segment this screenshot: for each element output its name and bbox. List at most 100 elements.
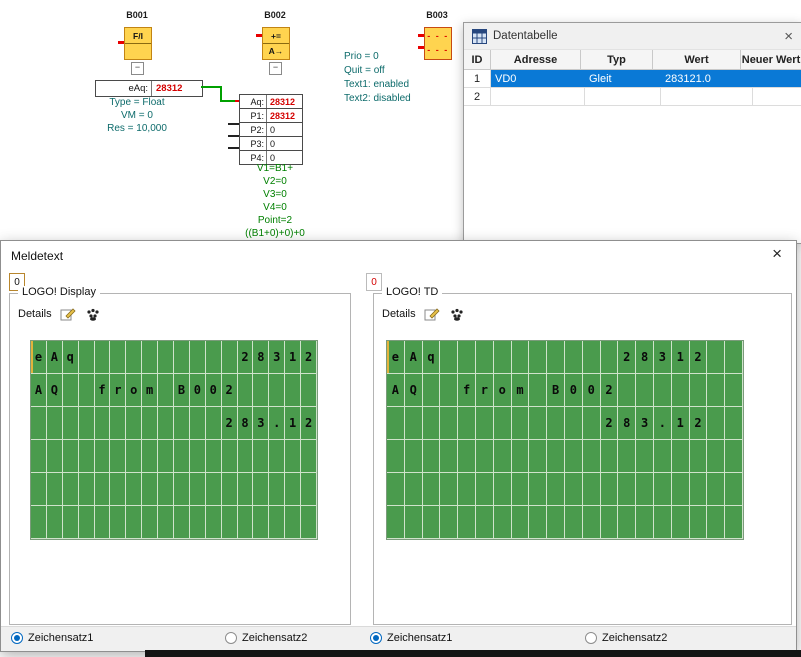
lcd-cell[interactable]: [31, 440, 47, 473]
lcd-cell[interactable]: [565, 341, 583, 374]
lcd-cell[interactable]: Q: [405, 374, 423, 407]
lcd-cell[interactable]: [440, 341, 458, 374]
special-characters-button[interactable]: [448, 306, 466, 322]
lcd-cell[interactable]: [672, 440, 690, 473]
lcd-cell[interactable]: [423, 374, 441, 407]
lcd-cell[interactable]: [63, 407, 79, 440]
lcd-cell[interactable]: 1: [285, 341, 301, 374]
lcd-cell[interactable]: [423, 506, 441, 539]
lcd-cell[interactable]: 2: [238, 341, 254, 374]
lcd-cell[interactable]: [405, 440, 423, 473]
lcd-cell[interactable]: 2: [222, 407, 238, 440]
lcd-cell[interactable]: f: [458, 374, 476, 407]
lcd-cell[interactable]: [529, 407, 547, 440]
lcd-cell[interactable]: [110, 341, 126, 374]
lcd-cell[interactable]: [636, 440, 654, 473]
lcd-cell[interactable]: [458, 407, 476, 440]
lcd-cell[interactable]: [707, 341, 725, 374]
lcd-cell[interactable]: [405, 506, 423, 539]
lcd-cell[interactable]: m: [512, 374, 530, 407]
lcd-cell[interactable]: 2: [301, 407, 317, 440]
lcd-cell[interactable]: [636, 473, 654, 506]
lcd-cell[interactable]: [636, 374, 654, 407]
lcd-cell[interactable]: [285, 506, 301, 539]
lcd-cell[interactable]: [222, 341, 238, 374]
lcd-cell[interactable]: [301, 473, 317, 506]
lcd-cell[interactable]: [672, 374, 690, 407]
datentabelle-titlebar[interactable]: Datentabelle ×: [464, 23, 801, 50]
lcd-cell[interactable]: [190, 407, 206, 440]
lcd-cell[interactable]: [174, 341, 190, 374]
lcd-cell[interactable]: 1: [672, 341, 690, 374]
radio-selected-icon[interactable]: [11, 632, 23, 644]
lcd-cell[interactable]: [707, 374, 725, 407]
lcd-cell[interactable]: [672, 473, 690, 506]
lcd-cell[interactable]: [512, 506, 530, 539]
lcd-cell[interactable]: [512, 440, 530, 473]
table-row[interactable]: 2: [464, 88, 801, 106]
lcd-cell[interactable]: [440, 440, 458, 473]
lcd-cell[interactable]: [440, 473, 458, 506]
lcd-cell[interactable]: [253, 440, 269, 473]
radio-unselected-icon[interactable]: [225, 632, 237, 644]
lcd-cell[interactable]: [476, 506, 494, 539]
lcd-cell[interactable]: e: [387, 341, 405, 374]
lcd-cell[interactable]: [253, 374, 269, 407]
lcd-cell[interactable]: [206, 440, 222, 473]
lcd-cell[interactable]: [494, 407, 512, 440]
lcd-cell[interactable]: [47, 506, 63, 539]
lcd-cell[interactable]: [583, 440, 601, 473]
lcd-cell[interactable]: [601, 473, 619, 506]
neuer-wert-cell[interactable]: [753, 88, 801, 105]
lcd-cell[interactable]: 8: [636, 341, 654, 374]
lcd-cell[interactable]: 2: [690, 341, 708, 374]
lcd-cell[interactable]: 2: [301, 341, 317, 374]
lcd-cell[interactable]: [529, 473, 547, 506]
lcd-cell[interactable]: o: [126, 374, 142, 407]
lcd-cell[interactable]: [126, 440, 142, 473]
lcd-cell[interactable]: [31, 407, 47, 440]
lcd-cell[interactable]: [142, 341, 158, 374]
lcd-cell[interactable]: [142, 407, 158, 440]
lcd-cell[interactable]: [63, 374, 79, 407]
lcd-cell[interactable]: e: [31, 341, 47, 374]
lcd-cell[interactable]: [476, 407, 494, 440]
lcd-cell[interactable]: [440, 374, 458, 407]
typ-cell[interactable]: [585, 88, 661, 105]
lcd-cell[interactable]: 3: [253, 407, 269, 440]
lcd-cell[interactable]: [583, 407, 601, 440]
collapse-button-b001[interactable]: −: [131, 62, 144, 75]
block-b002[interactable]: += A→: [262, 27, 290, 60]
lcd-cell[interactable]: [547, 440, 565, 473]
lcd-cell[interactable]: [174, 407, 190, 440]
lcd-cell[interactable]: [79, 473, 95, 506]
lcd-cell[interactable]: [253, 473, 269, 506]
lcd-cell[interactable]: [142, 473, 158, 506]
lcd-cell[interactable]: [301, 440, 317, 473]
lcd-cell[interactable]: [95, 341, 111, 374]
lcd-cell[interactable]: [512, 341, 530, 374]
adresse-cell[interactable]: VD0: [491, 70, 585, 87]
lcd-cell[interactable]: 0: [583, 374, 601, 407]
lcd-cell[interactable]: [238, 440, 254, 473]
lcd-cell[interactable]: [725, 374, 743, 407]
lcd-cell[interactable]: [387, 407, 405, 440]
lcd-cell[interactable]: [79, 341, 95, 374]
lcd-cell[interactable]: [174, 506, 190, 539]
lcd-cell[interactable]: Q: [47, 374, 63, 407]
lcd-cell[interactable]: [206, 407, 222, 440]
lcd-cell[interactable]: [301, 506, 317, 539]
lcd-cell[interactable]: [583, 473, 601, 506]
lcd-cell[interactable]: [31, 506, 47, 539]
lcd-cell[interactable]: [494, 473, 512, 506]
lcd-cell[interactable]: [725, 440, 743, 473]
lcd-cell[interactable]: o: [494, 374, 512, 407]
lcd-cell[interactable]: [601, 440, 619, 473]
lcd-cell[interactable]: [423, 473, 441, 506]
lcd-cell[interactable]: [636, 506, 654, 539]
lcd-cell[interactable]: [387, 440, 405, 473]
radio-zeichensatz1-td[interactable]: Zeichensatz1: [370, 632, 452, 644]
lcd-cell[interactable]: [110, 407, 126, 440]
lcd-cell[interactable]: [529, 341, 547, 374]
lcd-cell[interactable]: [158, 506, 174, 539]
